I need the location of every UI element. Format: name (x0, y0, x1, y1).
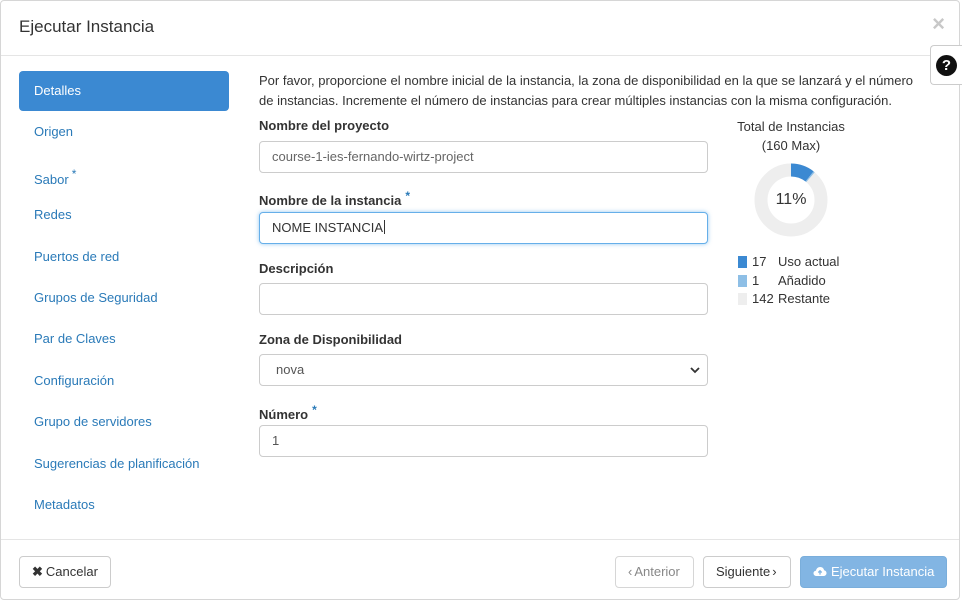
launch-instance-label: Ejecutar Instancia (831, 564, 935, 579)
next-button-label: Siguiente (716, 564, 771, 579)
legend-label: Restante (778, 291, 831, 306)
legend-count: 17 (752, 254, 767, 269)
back-button[interactable]: ‹ Anterior (615, 556, 694, 588)
nav-item-par-de-claves[interactable]: Par de Claves (19, 319, 229, 359)
launch-instance-button[interactable]: Ejecutar Instancia (800, 556, 947, 588)
quota-title: Total de Instancias (737, 119, 845, 134)
required-mark: * (312, 403, 317, 417)
intro-text: Por favor, proporcione el nombre inicial… (259, 73, 914, 108)
nav-item-label: Par de Claves (34, 331, 116, 347)
nav-item-label: Puertos de red (34, 248, 120, 264)
nav-item-label: Detalles (34, 83, 81, 98)
nav-item-metadatos[interactable]: Metadatos (19, 485, 229, 525)
nav-item-sabor[interactable]: Sabor * (19, 154, 229, 194)
nav-item-label: Grupo de servidores (34, 414, 152, 430)
nav-item-grupo-de-servidores[interactable]: Grupo de servidores (19, 402, 229, 442)
legend-swatch-added (738, 274, 747, 287)
instance-quota-chart: Total de Instancias (160 Max) 11% 17 Uso… (731, 117, 851, 306)
nav-item-puertos-de-red[interactable]: Puertos de red (19, 237, 229, 277)
legend-count: 1 (752, 272, 760, 288)
nav-item-grupos-de-seguridad[interactable]: Grupos de Seguridad (19, 278, 229, 318)
cloud-upload-icon (813, 567, 827, 576)
help-button[interactable]: ? (930, 45, 962, 85)
legend-label: Uso actual (778, 254, 840, 269)
nav-item-label: Origen (34, 124, 74, 140)
next-button[interactable]: Siguiente › (703, 556, 791, 588)
availability-zone-label: Zona de Disponibilidad (259, 332, 402, 347)
description-input[interactable] (259, 283, 708, 315)
nav-item-label: Grupos de Seguridad (34, 289, 158, 305)
chevron-right-icon: › (772, 564, 777, 579)
chevron-down-icon (690, 367, 700, 374)
quota-percent: 11% (775, 191, 807, 208)
availability-zone-value: nova (276, 362, 305, 377)
modal-header: Ejecutar Instancia × (1, 1, 959, 56)
instance-name-label: Nombre de la instancia * (259, 189, 410, 208)
back-button-label: Anterior (634, 564, 680, 579)
modal-title: Ejecutar Instancia (19, 17, 155, 36)
close-icon[interactable]: × (932, 11, 945, 37)
close-icon: ✖ (32, 564, 43, 579)
required-mark: * (71, 166, 77, 181)
modal-footer: ✖ Cancelar ‹ Anterior Siguiente › Ejecutar … (1, 539, 959, 602)
legend-label: Añadido (778, 272, 826, 288)
launch-instance-modal: Ejecutar Instancia × ? Detalles Origen S… (0, 0, 962, 602)
number-input[interactable]: 1 (259, 425, 708, 457)
cancel-button[interactable]: ✖ Cancelar (19, 556, 111, 588)
nav-item-detalles[interactable]: Detalles (19, 71, 229, 111)
instance-name-input[interactable]: NOME INSTANCIA (259, 212, 708, 244)
nav-item-label: Redes (34, 207, 72, 223)
nav-item-origen[interactable]: Origen (19, 112, 229, 152)
number-label-text: Número (259, 407, 309, 422)
text-caret (384, 220, 385, 234)
wizard-nav: Detalles Origen Sabor * Redes Puertos de … (19, 71, 229, 526)
legend-count: 142 (752, 291, 774, 306)
cancel-button-label: Cancelar (45, 564, 98, 579)
quota-max: (160 Max) (761, 138, 821, 153)
nav-item-redes[interactable]: Redes (19, 195, 229, 235)
nav-item-label: Sabor (34, 171, 69, 187)
question-icon: ? (936, 55, 957, 76)
description-label: Descripción (259, 261, 334, 276)
required-mark: * (405, 189, 410, 203)
availability-zone-select[interactable]: nova (259, 354, 708, 386)
number-label: Número * (259, 403, 317, 422)
nav-item-label: Configuración (34, 372, 115, 388)
project-name-label: Nombre del proyecto (259, 118, 390, 133)
nav-item-sugerencias-de-planificacion[interactable]: Sugerencias de planificación (19, 444, 229, 484)
instance-name-label-text: Nombre de la instancia (259, 193, 402, 208)
nav-item-configuracion[interactable]: Configuración (19, 361, 229, 401)
project-name-field[interactable]: course-1-ies-fernando-wirtz-project (259, 141, 708, 173)
legend-swatch-used (738, 256, 747, 268)
nav-item-label: Metadatos (34, 496, 95, 512)
instance-name-value: NOME INSTANCIA (272, 220, 383, 235)
nav-item-label: Sugerencias de planificación (34, 455, 200, 471)
legend-swatch-remaining (738, 293, 747, 305)
chevron-left-icon: ‹ (628, 564, 633, 579)
